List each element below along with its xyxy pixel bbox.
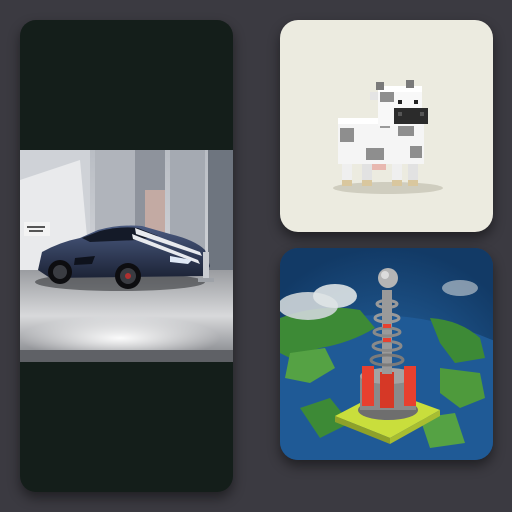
image-gallery [0, 0, 512, 512]
car-image [20, 150, 233, 362]
car-image-card[interactable] [20, 20, 233, 492]
voxel-cow [333, 80, 443, 194]
tower-image [280, 248, 493, 460]
tower-image-card[interactable] [280, 248, 493, 460]
voxel-globe-scene [280, 248, 493, 460]
cow-image [333, 80, 443, 194]
cow-image-card[interactable] [280, 20, 493, 232]
showroom-photo [20, 150, 233, 362]
